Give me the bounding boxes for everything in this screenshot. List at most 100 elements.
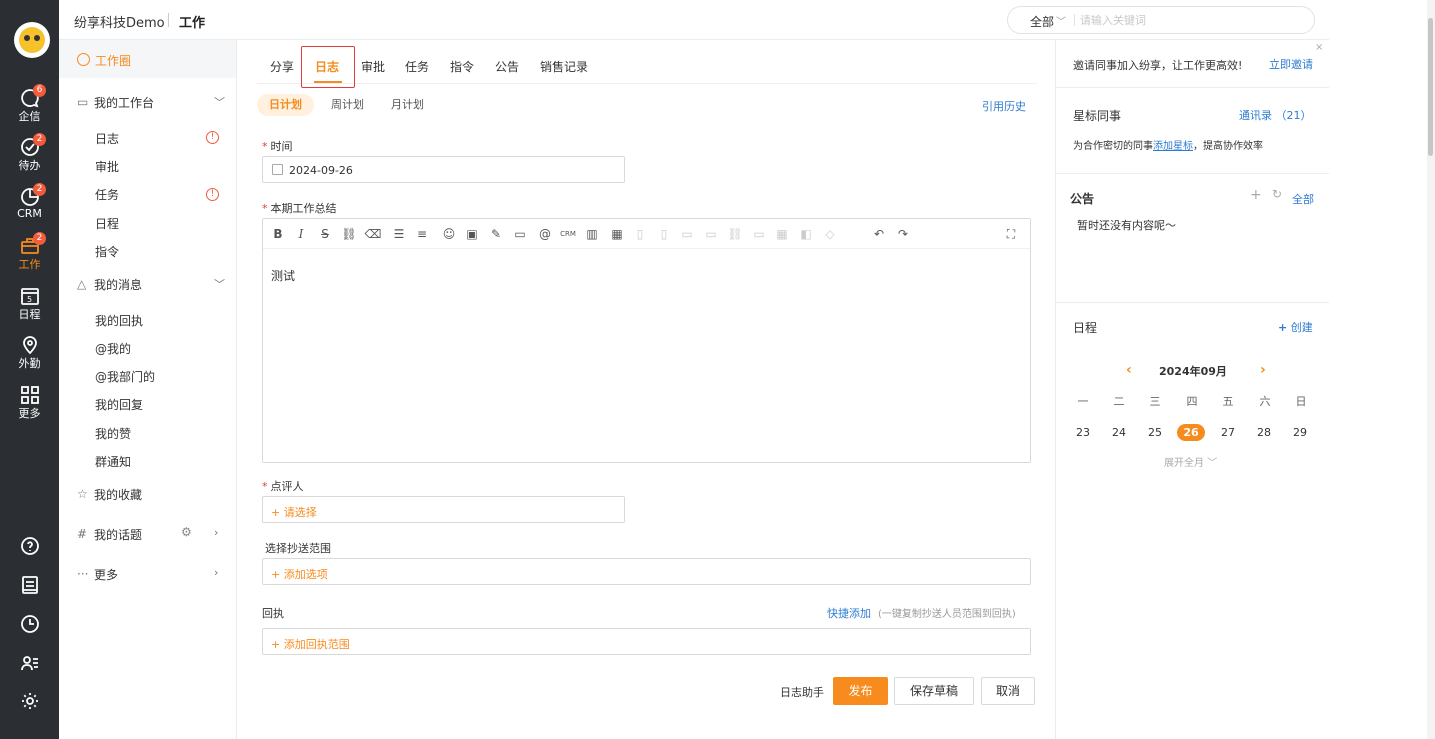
notebook-button[interactable] <box>0 575 59 595</box>
chevron-right-icon: › <box>214 526 219 539</box>
reviewer-select[interactable]: + 请选择 <box>262 496 625 523</box>
invite-link[interactable]: 立即邀请 <box>1269 56 1313 72</box>
link-icon[interactable]: ⛓ <box>340 225 358 243</box>
help-button[interactable] <box>0 536 59 556</box>
vertical-scrollbar[interactable] <box>1427 0 1435 739</box>
contacts-link[interactable]: 通讯录 （21） <box>1239 107 1312 123</box>
strikethrough-icon[interactable]: S <box>316 225 334 243</box>
add-star-link[interactable]: 添加星标 <box>1153 141 1193 152</box>
nav-item-my-receipt[interactable]: 我的回执 <box>95 312 143 329</box>
expand-month-link[interactable]: 展开全月 ﹀ <box>1164 454 1217 469</box>
scrollbar-thumb[interactable] <box>1428 18 1433 156</box>
nav-item-approval[interactable]: 审批 <box>95 158 119 175</box>
tab-bar: 分享 日志 审批 任务 指令 公告 销售记录 <box>257 46 1037 88</box>
save-draft-button[interactable]: 保存草稿 <box>894 677 974 705</box>
bold-icon[interactable]: B <box>269 225 287 243</box>
quick-add-link[interactable]: 快捷添加 <box>827 605 871 621</box>
nav-item-group-notice[interactable]: 群通知 <box>95 453 131 470</box>
global-search: 全部 ﹀ <box>1007 6 1315 34</box>
rail-item-field[interactable]: 外勤 <box>0 331 59 377</box>
rail-item-crm[interactable]: CRM 2 <box>0 183 59 229</box>
date-field[interactable]: 2024-09-26 <box>262 156 625 183</box>
refresh-icon[interactable]: ↻ <box>1272 187 1282 201</box>
search-input[interactable] <box>1080 11 1300 29</box>
publish-button[interactable]: 发布 <box>833 677 888 705</box>
chevron-right-icon[interactable]: › <box>1260 362 1266 378</box>
calendar-day[interactable]: 28 <box>1250 424 1278 441</box>
nav-group-topics[interactable]: # 我的话题 ⚙ › <box>59 524 236 544</box>
tab-approval[interactable]: 审批 <box>361 58 385 75</box>
nav-group-favorites[interactable]: ☆ 我的收藏 <box>59 484 236 504</box>
tab-task[interactable]: 任务 <box>405 58 429 75</box>
nav-item-schedule[interactable]: 日程 <box>95 215 119 232</box>
rail-item-qixin[interactable]: 企信 6 <box>0 84 59 130</box>
undo-icon[interactable]: ↶ <box>870 225 888 243</box>
star-hint: 为合作密切的同事添加星标，提高协作效率 <box>1073 141 1263 152</box>
eraser-icon[interactable]: ⌫ <box>364 225 382 243</box>
calendar-day[interactable]: 24 <box>1105 424 1133 441</box>
cc-select[interactable]: + 添加选项 <box>262 558 1031 585</box>
plus-icon[interactable]: + <box>1250 187 1262 203</box>
notice-all-link[interactable]: 全部 <box>1292 191 1314 207</box>
calendar-day[interactable]: 29 <box>1286 424 1314 441</box>
tab-sales-record[interactable]: 销售记录 <box>540 58 588 75</box>
nav-work-circle[interactable]: 工作圈 <box>59 40 236 78</box>
nav-group-workbench[interactable]: ▭ 我的工作台 ﹀ <box>59 92 236 112</box>
chart-icon[interactable]: ▥ <box>583 225 601 243</box>
redo-icon[interactable]: ↷ <box>894 225 912 243</box>
nav-item-log[interactable]: 日志 <box>95 130 119 147</box>
app-logo[interactable] <box>14 22 50 58</box>
cancel-button[interactable]: 取消 <box>981 677 1035 705</box>
calendar-day[interactable]: 25 <box>1141 424 1169 441</box>
reference-history-link[interactable]: 引用历史 <box>982 98 1026 114</box>
tab-notice[interactable]: 公告 <box>495 58 519 75</box>
calendar-day[interactable]: 27 <box>1214 424 1242 441</box>
drive-icon[interactable]: ▭ <box>511 225 529 243</box>
receipt-label: 回执 <box>262 607 284 620</box>
nav-group-messages[interactable]: △ 我的消息 ﹀ <box>59 274 236 294</box>
nav-item-my-like[interactable]: 我的赞 <box>95 425 131 442</box>
tab-instruction[interactable]: 指令 <box>450 58 474 75</box>
section-title: 工作 <box>179 16 206 31</box>
log-assistant-link[interactable]: 日志助手 <box>780 684 824 700</box>
subtab-weekly[interactable]: 周计划 <box>319 94 376 116</box>
settings-button[interactable] <box>0 691 59 711</box>
history-button[interactable] <box>0 614 59 634</box>
attachment-icon[interactable]: ✎ <box>487 225 505 243</box>
numbered-list-icon[interactable]: ≡ <box>413 225 431 243</box>
editor-body[interactable] <box>263 250 1030 462</box>
monitor-icon: ▭ <box>77 95 89 109</box>
receipt-select[interactable]: + 添加回执范围 <box>262 628 1031 655</box>
subtab-daily[interactable]: 日计划 <box>257 94 314 116</box>
star-colleagues-block: 星标同事 通讯录 （21） 为合作密切的同事添加星标，提高协作效率 <box>1056 88 1329 174</box>
italic-icon[interactable]: I <box>292 225 310 243</box>
subtab-monthly[interactable]: 月计划 <box>379 94 436 116</box>
nav-item-task[interactable]: 任务 <box>95 186 119 203</box>
contacts-button[interactable] <box>0 653 59 673</box>
calendar-day-today[interactable]: 26 <box>1177 424 1205 441</box>
gear-icon[interactable]: ⚙ <box>181 525 192 539</box>
rail-item-todo[interactable]: 待办 2 <box>0 133 59 179</box>
rail-item-more[interactable]: 更多 <box>0 381 59 427</box>
editor-toolbar: B I S ⛓ ⌫ ☰ ≡ ☺ ▣ ✎ ▭ @ CRM ▥ ▦ ▯ ▯ ▭ ▭ … <box>263 219 1030 249</box>
nav-item-my-reply[interactable]: 我的回复 <box>95 396 143 413</box>
tab-share[interactable]: 分享 <box>270 58 294 75</box>
nav-item-at-me[interactable]: @我的 <box>95 340 131 357</box>
table-icon[interactable]: ▦ <box>608 225 626 243</box>
nav-item-instruction[interactable]: 指令 <box>95 243 119 260</box>
create-schedule-link[interactable]: + 创建 <box>1278 319 1313 335</box>
crm-icon[interactable]: CRM <box>559 225 577 243</box>
search-scope-select[interactable]: 全部 <box>1030 13 1054 30</box>
image-icon[interactable]: ▣ <box>463 225 481 243</box>
close-icon[interactable]: × <box>1315 42 1323 53</box>
nav-group-more[interactable]: ··· 更多 › <box>59 564 236 584</box>
mention-icon[interactable]: @ <box>536 225 554 243</box>
fullscreen-icon[interactable]: ⛶ <box>1002 225 1020 243</box>
rail-item-schedule[interactable]: 5 日程 <box>0 282 59 328</box>
calendar-day[interactable]: 23 <box>1069 424 1097 441</box>
nav-item-at-dept[interactable]: @我部门的 <box>95 368 155 385</box>
rail-item-work[interactable]: 工作 2 <box>0 232 59 278</box>
emoji-icon[interactable]: ☺ <box>440 225 458 243</box>
chevron-left-icon[interactable]: ‹ <box>1126 362 1132 378</box>
bullet-list-icon[interactable]: ☰ <box>390 225 408 243</box>
